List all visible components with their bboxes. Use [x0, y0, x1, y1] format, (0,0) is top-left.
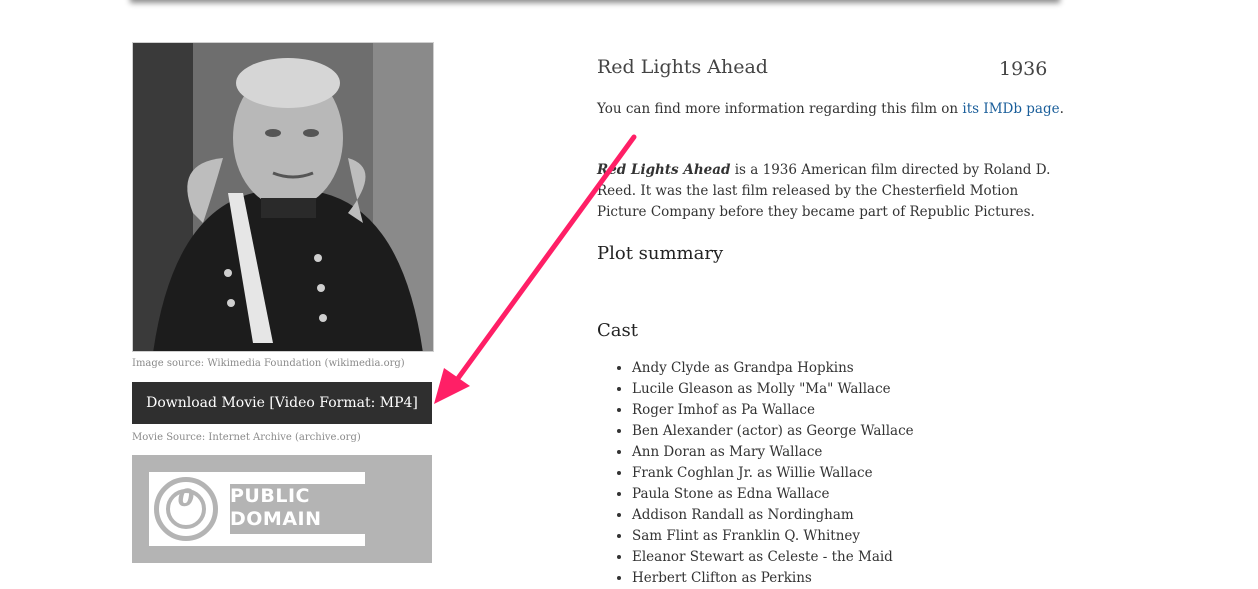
cast-item: Roger Imhof as Pa Wallace: [632, 400, 914, 421]
film-intro-paragraph: Red Lights Ahead is a 1936 American film…: [597, 160, 1057, 223]
image-source-caption: Image source: Wikimedia Foundation (wiki…: [132, 358, 405, 369]
arrow-head: [434, 368, 470, 404]
cast-heading: Cast: [597, 320, 638, 341]
film-year: 1936: [999, 58, 1048, 80]
imdb-prefix: You can find more information regarding …: [597, 101, 963, 117]
film-title: Red Lights Ahead: [597, 56, 768, 78]
cast-item: Lucile Gleason as Molly "Ma" Wallace: [632, 379, 914, 400]
cast-item: Andy Clyde as Grandpa Hopkins: [632, 358, 914, 379]
cast-item: Eleanor Stewart as Celeste - the Maid: [632, 547, 914, 568]
cast-item: Paula Stone as Edna Wallace: [632, 484, 914, 505]
movie-source-caption: Movie Source: Internet Archive (archive.…: [132, 432, 361, 443]
imdb-suffix: .: [1059, 101, 1064, 117]
public-domain-zero: 0: [177, 484, 195, 512]
public-domain-text: PUBLIC DOMAIN: [230, 485, 322, 531]
download-movie-button[interactable]: Download Movie [Video Format: MP4]: [132, 382, 432, 424]
imdb-info-line: You can find more information regarding …: [597, 101, 1064, 117]
cast-list: Andy Clyde as Grandpa Hopkins Lucile Gle…: [632, 358, 914, 589]
cast-item: Ann Doran as Mary Wallace: [632, 442, 914, 463]
cast-item: Herbert Clifton as Perkins: [632, 568, 914, 589]
public-domain-circle: 0: [154, 477, 218, 541]
public-domain-icon: 0 PUBLIC DOMAIN: [149, 472, 365, 546]
public-domain-badge: 0 PUBLIC DOMAIN: [132, 455, 432, 563]
imdb-link[interactable]: its IMDb page: [962, 101, 1059, 117]
movie-poster-image: [132, 42, 434, 352]
public-domain-line2: DOMAIN: [230, 508, 322, 530]
plot-summary-heading: Plot summary: [597, 243, 724, 264]
public-domain-line1: PUBLIC: [230, 485, 310, 507]
cast-item: Addison Randall as Nordingham: [632, 505, 914, 526]
cast-item: Sam Flint as Franklin Q. Whitney: [632, 526, 914, 547]
cast-item: Frank Coghlan Jr. as Willie Wallace: [632, 463, 914, 484]
cast-item: Ben Alexander (actor) as George Wallace: [632, 421, 914, 442]
intro-film-name: Red Lights Ahead: [597, 162, 731, 178]
